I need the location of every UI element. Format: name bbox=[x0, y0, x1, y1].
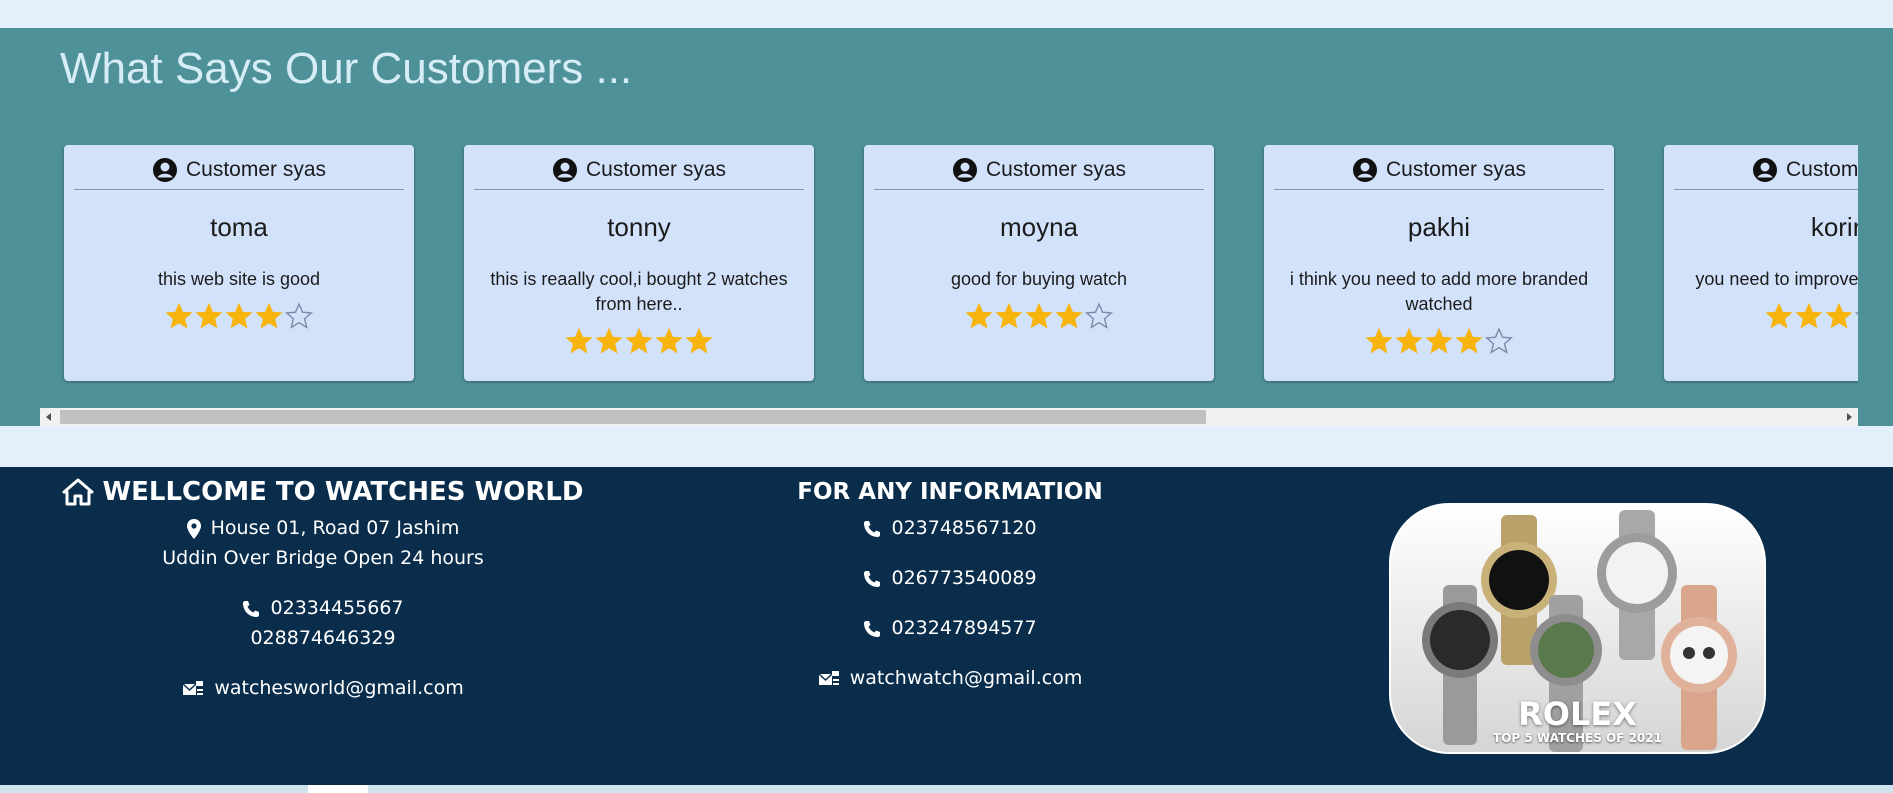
review-card: Customer syas moyna good for buying watc… bbox=[864, 145, 1214, 381]
user-circle-icon bbox=[1352, 158, 1377, 182]
star-filled-icon bbox=[1055, 302, 1083, 329]
review-card: Customer syas toma this web site is good bbox=[64, 145, 414, 381]
mail-icon bbox=[818, 670, 839, 685]
mail-icon bbox=[182, 680, 204, 695]
review-card: Customer syas korin you need to improve … bbox=[1664, 145, 1858, 381]
review-card: Customer syas pakhi i think you need to … bbox=[1264, 145, 1614, 381]
star-outline-icon bbox=[285, 302, 313, 329]
reviews-scroll-container[interactable]: Customer syas toma this web site is good… bbox=[40, 145, 1858, 408]
user-circle-icon bbox=[552, 158, 577, 182]
star-outline-icon bbox=[1085, 302, 1113, 329]
star-filled-icon bbox=[995, 302, 1023, 329]
star-filled-icon bbox=[685, 327, 713, 354]
star-rating bbox=[864, 302, 1214, 330]
star-filled-icon bbox=[565, 327, 593, 354]
star-filled-icon bbox=[1025, 302, 1053, 329]
reviewer-name: tonny bbox=[607, 212, 671, 242]
reviewer-name: moyna bbox=[999, 212, 1079, 242]
user-circle-icon bbox=[1752, 158, 1777, 182]
horizontal-scrollbar[interactable] bbox=[40, 408, 1858, 426]
reviews-title: What Says Our Customers ... bbox=[60, 44, 633, 93]
review-text: you need to improve collections god bbox=[1695, 269, 1858, 289]
phone-number[interactable]: 023748567120 bbox=[891, 517, 1036, 539]
star-filled-icon bbox=[165, 302, 193, 329]
star-filled-icon bbox=[595, 327, 623, 354]
promo-brand: ROLEX bbox=[1518, 695, 1637, 733]
star-rating bbox=[464, 327, 814, 355]
email-link[interactable]: watchwatch@gmail.com bbox=[850, 667, 1083, 689]
card-heading: Customer syas bbox=[1785, 158, 1858, 181]
phone-number[interactable]: 023247894577 bbox=[891, 617, 1036, 639]
home-icon bbox=[62, 478, 94, 506]
scroll-left-arrow-icon[interactable] bbox=[46, 413, 51, 421]
address-line-2: Uddin Over Bridge Open 24 hours bbox=[162, 547, 484, 569]
card-heading: Customer syas bbox=[985, 158, 1127, 181]
phone-number[interactable]: 02334455667 bbox=[271, 597, 404, 619]
star-rating bbox=[1264, 327, 1614, 355]
star-filled-icon bbox=[1795, 302, 1823, 329]
star-filled-icon bbox=[1825, 302, 1853, 329]
star-filled-icon bbox=[625, 327, 653, 354]
star-filled-icon bbox=[225, 302, 253, 329]
star-filled-icon bbox=[1395, 327, 1423, 354]
star-filled-icon bbox=[195, 302, 223, 329]
phone-icon bbox=[864, 570, 881, 587]
star-filled-icon bbox=[1765, 302, 1793, 329]
reviewer-name: toma bbox=[210, 212, 268, 242]
promo-subtitle: TOP 5 WATCHES OF 2021 bbox=[1493, 731, 1662, 745]
star-rating bbox=[1664, 302, 1858, 330]
star-filled-icon bbox=[1365, 327, 1393, 354]
phone-icon bbox=[243, 600, 260, 617]
user-circle-icon bbox=[952, 158, 977, 182]
review-text: this is reaally cool,i bought 2 watches … bbox=[490, 269, 788, 314]
star-rating bbox=[64, 302, 414, 330]
star-outline-icon bbox=[1485, 327, 1513, 354]
review-text: good for buying watch bbox=[950, 269, 1128, 289]
bottom-strip bbox=[0, 785, 1893, 793]
phone-number[interactable]: 026773540089 bbox=[891, 567, 1036, 589]
card-heading: Customer syas bbox=[185, 158, 327, 181]
card-heading: Customer syas bbox=[1385, 158, 1527, 181]
footer-info-column: FOR ANY INFORMATION 023748567120 0267735… bbox=[780, 479, 1120, 713]
rolex-promo-image: ROLEX TOP 5 WATCHES OF 2021 bbox=[1389, 503, 1766, 754]
map-pin-icon bbox=[186, 518, 201, 539]
phone-icon bbox=[864, 520, 881, 537]
star-filled-icon bbox=[655, 327, 683, 354]
review-text: this web site is good bbox=[157, 269, 321, 289]
star-filled-icon bbox=[1425, 327, 1453, 354]
footer-title: WELLCOME TO WATCHES WORLD bbox=[102, 477, 584, 507]
review-text: i think you need to add more branded wat… bbox=[1289, 269, 1589, 314]
site-footer: WELLCOME TO WATCHES WORLD House 01, Road… bbox=[0, 467, 1893, 785]
reviewer-name: pakhi bbox=[1407, 212, 1471, 242]
email-link[interactable]: watchesworld@gmail.com bbox=[214, 677, 463, 699]
scroll-right-arrow-icon[interactable] bbox=[1847, 413, 1852, 421]
card-heading: Customer syas bbox=[585, 158, 727, 181]
phone-icon bbox=[864, 620, 881, 637]
user-circle-icon bbox=[152, 158, 177, 182]
address-line-1: House 01, Road 07 Jashim bbox=[210, 517, 460, 539]
star-filled-icon bbox=[1455, 327, 1483, 354]
review-card: Customer syas tonny this is reaally cool… bbox=[464, 145, 814, 381]
customer-reviews-section: What Says Our Customers ... Customer sya… bbox=[0, 28, 1893, 426]
info-title: FOR ANY INFORMATION bbox=[797, 479, 1103, 505]
footer-contact-column: WELLCOME TO WATCHES WORLD House 01, Road… bbox=[50, 477, 596, 703]
star-filled-icon bbox=[965, 302, 993, 329]
reviewer-name: korin bbox=[1810, 212, 1858, 242]
phone-number[interactable]: 028874646329 bbox=[50, 623, 596, 653]
star-filled-icon bbox=[255, 302, 283, 329]
star-outline-icon bbox=[1855, 312, 1858, 315]
scrollbar-thumb[interactable] bbox=[60, 410, 1206, 424]
